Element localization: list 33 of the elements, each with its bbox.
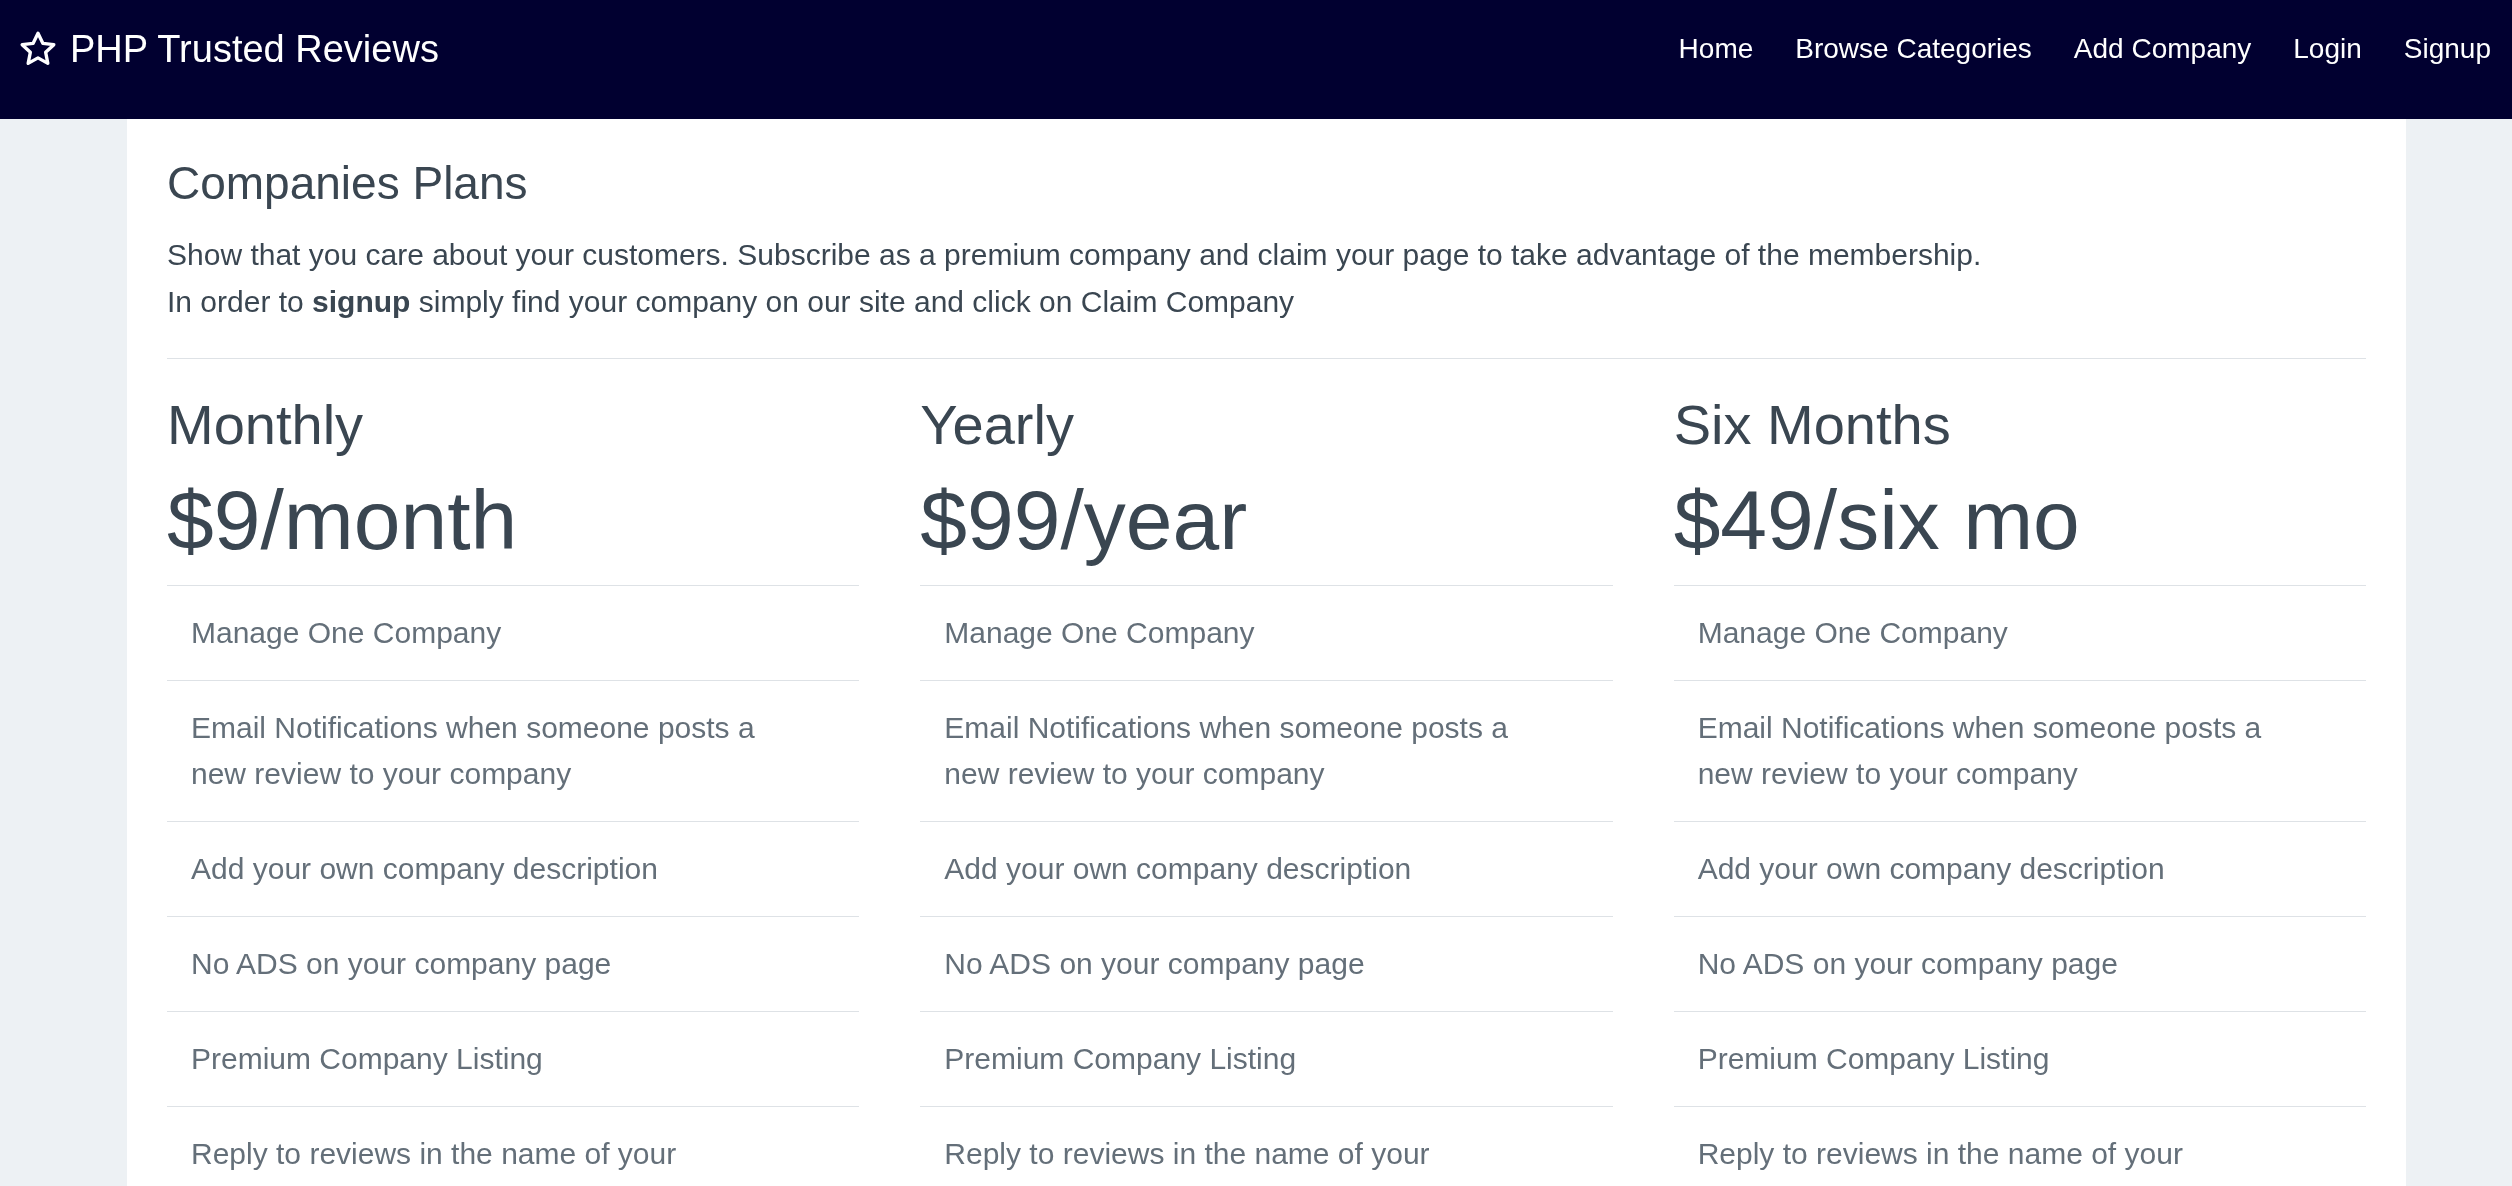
feature-text: No ADS on your company page: [191, 946, 613, 982]
nav-link[interactable]: Add Company: [2073, 30, 2252, 67]
nav-link[interactable]: Browse Categories: [1795, 30, 2032, 67]
feature-text: Manage One Company: [944, 615, 1256, 651]
feature-text: No ADS on your company page: [1697, 946, 2119, 982]
intro-text: In order to signup simply find your company on our site and click on Claim Company: [167, 284, 1295, 320]
feature-text: Manage One Company: [1697, 615, 2009, 651]
nav-link[interactable]: Signup: [2403, 30, 2491, 67]
plan-price: $99/year: [920, 472, 1248, 569]
plan-price: $49/six mo: [1673, 472, 2080, 569]
feature-text: Premium Company Listing: [944, 1041, 1298, 1077]
feature-text: No ADS on your company page: [944, 946, 1366, 982]
feature-text: Premium Company Listing: [191, 1041, 544, 1077]
feature-text: Email Notifications when someone posts a new review to your company: [1697, 710, 2263, 792]
plan-name: Yearly: [920, 392, 1074, 458]
feature-text: Reply to reviews in the name of your: [191, 1136, 678, 1172]
plan-name: Six Months: [1673, 392, 1951, 458]
feature-text: Manage One Company: [191, 615, 503, 651]
nav-link[interactable]: Login: [2293, 30, 2362, 67]
feature-text: Email Notifications when someone posts a new review to your company: [191, 710, 756, 792]
intro-text: Show that you care about your customers. Subscribe as a premium company and claim your page to take advantage of the membership.: [167, 237, 1982, 273]
page-title: Companies Plans: [167, 156, 528, 211]
feature-text: Reply to reviews in the name of your: [1697, 1136, 2184, 1172]
feature-text: Reply to reviews in the name of your: [944, 1136, 1431, 1172]
plan-price: $9/month: [167, 472, 518, 569]
plan-name: Monthly: [167, 392, 364, 458]
nav-link[interactable]: Home: [1678, 30, 1754, 67]
feature-text: Add your own company description: [1697, 851, 2166, 887]
feature-text: Add your own company description: [944, 851, 1413, 887]
feature-text: Email Notifications when someone posts a new review to your company: [944, 710, 1509, 792]
feature-text: Add your own company description: [191, 851, 659, 887]
brand-link[interactable]: PHP Trusted Reviews: [18, 28, 439, 69]
feature-text: Premium Company Listing: [1697, 1041, 2051, 1077]
